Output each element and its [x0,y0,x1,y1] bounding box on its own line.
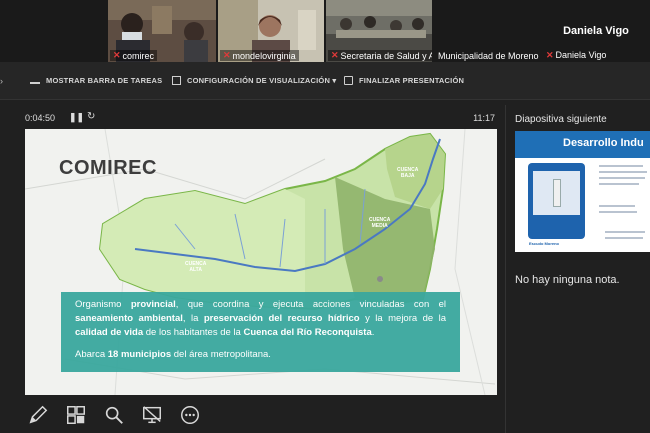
show-taskbar-button[interactable]: MOSTRAR BARRA DE TAREAS [30,76,162,85]
slide-title: COMIREC [59,157,157,179]
mic-off-icon: ✕ [331,50,339,60]
moreno-shield-icon [528,163,585,239]
participant-display-name: Daniela Vigo [563,25,629,37]
zoom-icon[interactable] [101,402,127,428]
reset-timer-icon[interactable]: ↻ [87,111,95,122]
display-icon [172,76,181,85]
next-slide-title: Desarrollo Indu [563,137,644,149]
label-cuenca-baja: CUENCA BAJA [397,167,419,179]
next-slide-thumbnail[interactable]: Desarrollo Indu Escudo Moreno [515,131,650,252]
participant-name: Municipalidad de Moreno [438,51,539,61]
presenter-tools [25,402,203,430]
mic-off-icon: ✕ [546,50,554,60]
clock: 11:17 [473,113,495,123]
participant-strip: ✕ comirec ✕ mondelovirginia ✕ Secretaria de… [0,0,650,62]
panel-divider [505,105,506,433]
participant-tile-secretaria[interactable]: ✕ Secretaria de Salud y A... [326,0,432,62]
current-slide: COMIREC CUENCA ALTA CUENCA MEDIA CUENCA … [25,129,497,395]
black-screen-icon[interactable] [139,402,165,428]
end-presentation-button[interactable]: FINALIZAR PRESENTACIÓN [344,76,464,85]
menu-marker: › [0,76,3,86]
end-presentation-icon [344,76,353,85]
participant-tile-moreno[interactable]: Municipalidad de Moreno [434,0,540,62]
pen-icon[interactable] [25,402,51,428]
info-paragraph-1: Organismo provincial, que coordina y eje… [75,299,447,338]
slides-grid-icon[interactable] [63,402,89,428]
speaker-notes: No hay ninguna nota. [515,274,620,286]
pause-icon[interactable]: ❚❚ [69,112,84,123]
participant-name: Secretaria de Salud y A... [340,50,432,61]
participant-tile-daniela[interactable]: Daniela Vigo ✕ Daniela Vigo [542,0,650,62]
more-options-icon[interactable] [177,402,203,428]
info-box: Organismo provincial, que coordina y eje… [61,292,460,372]
display-settings-button[interactable]: CONFIGURACIÓN DE VISUALIZACIÓN ▾ [172,76,336,85]
elapsed-timer: 0:04:50 [25,113,56,123]
participant-tile-comirec[interactable]: ✕ comirec [108,0,216,62]
next-slide-caption: Escudo Moreno [529,241,560,246]
participant-tile-mondelovirginia[interactable]: ✕ mondelovirginia [218,0,324,62]
show-taskbar-label: MOSTRAR BARRA DE TAREAS [46,76,163,85]
info-paragraph-2: Abarca 18 municipios del área metropolit… [75,349,271,360]
taskbar-icon [30,78,40,84]
label-cuenca-alta: CUENCA ALTA [185,261,207,273]
display-settings-label: CONFIGURACIÓN DE VISUALIZACIÓN ▾ [187,76,337,85]
mic-off-icon: ✕ [113,50,121,60]
participant-name: Daniela Vigo [555,50,607,60]
presenter-toolbar: MOSTRAR BARRA DE TAREAS CONFIGURACIÓN DE… [0,62,650,100]
label-cuenca-media: CUENCA MEDIA [369,217,391,229]
participant-name: mondelovirginia [232,50,296,61]
timer-bar: 0:04:50 ❚❚ ↻ 11:17 [25,111,497,127]
participant-name: comirec [122,50,155,61]
end-presentation-label: FINALIZAR PRESENTACIÓN [359,76,465,85]
next-slide-label: Diapositiva siguiente [515,114,607,125]
mic-off-icon: ✕ [223,50,231,60]
